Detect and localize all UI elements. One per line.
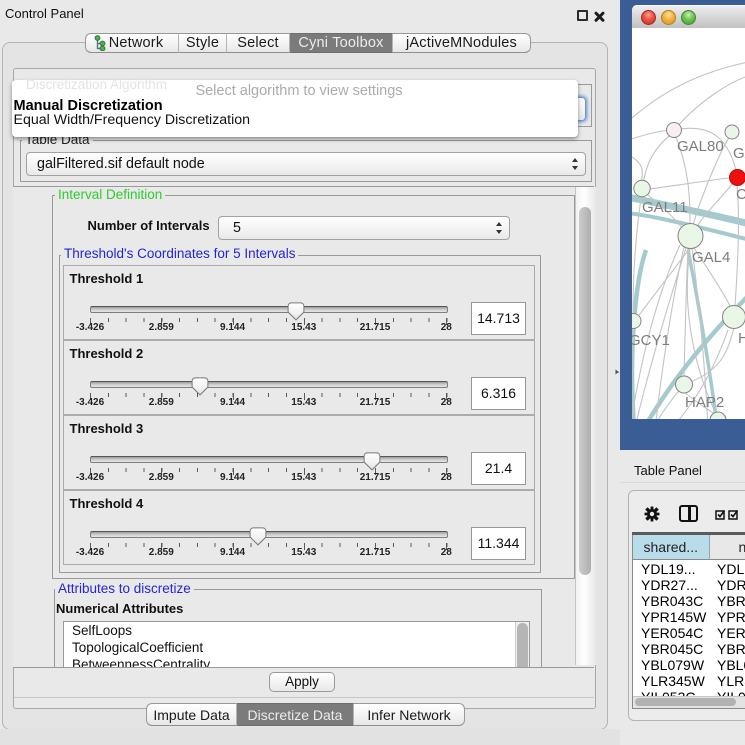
svg-text:GAL4: GAL4 [692,249,730,266]
svg-text:CA: CA [736,186,745,203]
svg-text:GAL80: GAL80 [677,138,724,155]
svg-text:HA: HA [738,330,745,347]
svg-text:GA: GA [733,145,745,162]
svg-text:HAP2: HAP2 [685,394,724,411]
svg-text:GAL11: GAL11 [642,199,688,216]
svg-text:GCY1: GCY1 [632,332,670,349]
